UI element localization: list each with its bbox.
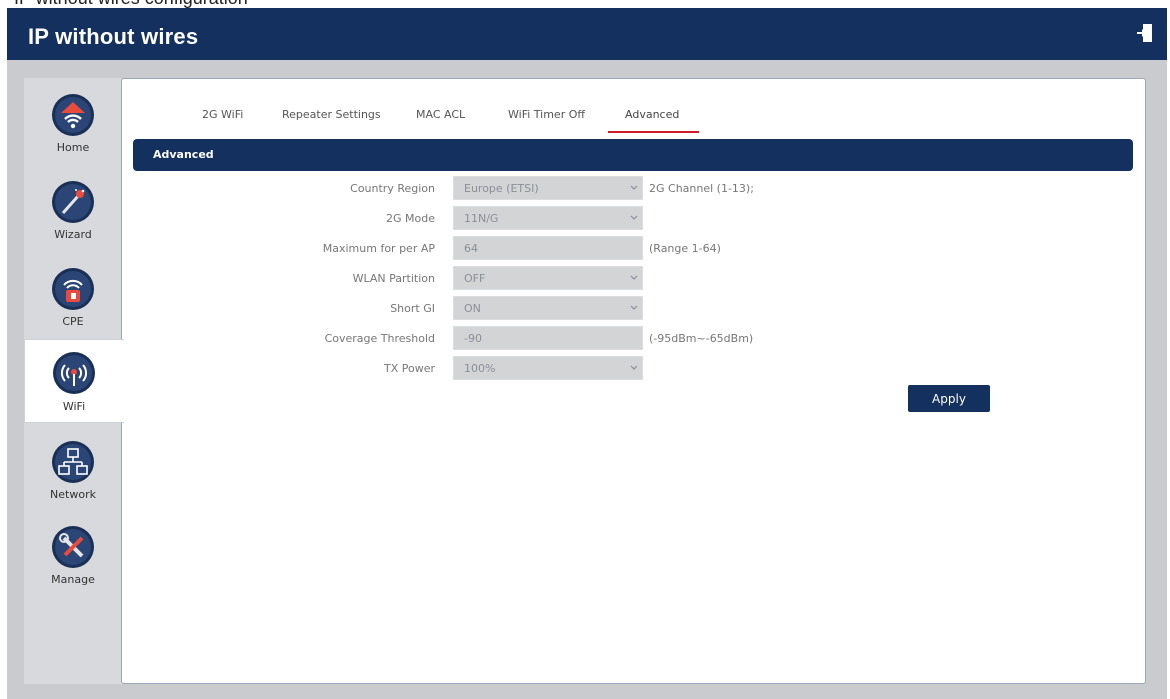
tx-power-select[interactable]: 100%	[453, 356, 643, 380]
tab-bar: 2G WiFi Repeater Settings MAC ACL WiFi T…	[122, 79, 1145, 134]
cpe-antenna-icon	[52, 268, 94, 310]
wlan-partition-select[interactable]: OFF	[453, 266, 643, 290]
sidebar-item-manage[interactable]: Manage	[24, 517, 122, 601]
apply-button[interactable]: Apply	[908, 385, 990, 412]
tab-advanced[interactable]: Advanced	[625, 108, 679, 121]
max-per-ap-input[interactable]: 64	[453, 236, 643, 260]
field-value: OFF	[464, 272, 486, 285]
chevron-down-icon	[630, 215, 638, 220]
logout-icon[interactable]	[1135, 22, 1155, 44]
field-label: Coverage Threshold	[324, 332, 435, 345]
caption-strip: IP without wires configuration	[0, 0, 1170, 8]
section-title: Advanced	[153, 148, 214, 161]
field-label: WLAN Partition	[352, 272, 435, 285]
field-value: 64	[464, 242, 478, 255]
sidebar-item-network[interactable]: Network	[24, 432, 122, 516]
sidebar-item-home[interactable]: Home	[24, 85, 122, 169]
form-row-wlan-partition: WLAN Partition OFF	[122, 266, 1145, 292]
form-row-2g-mode: 2G Mode 11N/G	[122, 206, 1145, 232]
field-value: 100%	[464, 362, 496, 375]
top-header: IP without wires	[7, 8, 1167, 60]
field-value: Europe (ETSI)	[464, 182, 539, 195]
form-row-max-per-ap: Maximum for per AP 64 (Range 1-64)	[122, 236, 1145, 262]
field-label: 2G Mode	[386, 212, 435, 225]
sidebar-item-label: Home	[56, 141, 90, 154]
sidebar-item-label: WiFi	[62, 400, 86, 413]
chevron-down-icon	[630, 365, 638, 370]
app-title: IP without wires	[28, 24, 199, 49]
form-row-country-region: Country Region Europe (ETSI) 2G Channel …	[122, 176, 1145, 202]
sidebar-item-label: Wizard	[54, 228, 92, 241]
sidebar-item-wizard[interactable]: Wizard	[24, 172, 122, 256]
form-row-coverage-threshold: Coverage Threshold -90 (-95dBm~-65dBm)	[122, 326, 1145, 352]
field-label: Country Region	[350, 182, 435, 195]
sidebar-item-label: Network	[50, 488, 96, 501]
field-value: -90	[464, 332, 482, 345]
home-wifi-icon	[52, 94, 94, 136]
field-label: Short GI	[390, 302, 435, 315]
field-label: TX Power	[383, 362, 435, 375]
form-row-tx-power: TX Power 100%	[122, 356, 1145, 382]
2g-mode-select[interactable]: 11N/G	[453, 206, 643, 230]
field-value: ON	[464, 302, 481, 315]
wizard-wand-icon	[52, 181, 94, 223]
active-tab-indicator	[608, 131, 699, 133]
main-panel: 2G WiFi Repeater Settings MAC ACL WiFi T…	[121, 78, 1146, 684]
sidebar-item-cpe[interactable]: CPE	[24, 259, 122, 343]
field-value: 11N/G	[464, 212, 499, 225]
country-region-select[interactable]: Europe (ETSI)	[453, 176, 643, 200]
caption-text: IP without wires configuration	[14, 0, 248, 8]
field-note: (-95dBm~-65dBm)	[649, 332, 754, 345]
tab-wifi-timer-off[interactable]: WiFi Timer Off	[508, 108, 585, 121]
section-header: Advanced	[133, 139, 1133, 171]
tab-repeater-settings[interactable]: Repeater Settings	[282, 108, 381, 121]
field-label: Maximum for per AP	[322, 242, 435, 255]
chevron-down-icon	[630, 305, 638, 310]
short-gi-select[interactable]: ON	[453, 296, 643, 320]
tab-mac-acl[interactable]: MAC ACL	[416, 108, 465, 121]
form-row-short-gi: Short GI ON	[122, 296, 1145, 322]
tab-2g-wifi[interactable]: 2G WiFi	[202, 108, 243, 121]
network-icon	[52, 441, 94, 483]
chevron-down-icon	[630, 185, 638, 190]
field-note: (Range 1-64)	[649, 242, 721, 255]
sidebar-item-label: Manage	[51, 573, 95, 586]
field-note: 2G Channel (1-13);	[649, 182, 754, 195]
sidebar-item-wifi[interactable]: WiFi	[24, 339, 124, 423]
tools-icon	[52, 526, 94, 568]
coverage-threshold-input[interactable]: -90	[453, 326, 643, 350]
chevron-down-icon	[630, 275, 638, 280]
sidebar-item-label: CPE	[62, 315, 84, 328]
wifi-tower-icon	[53, 352, 95, 394]
